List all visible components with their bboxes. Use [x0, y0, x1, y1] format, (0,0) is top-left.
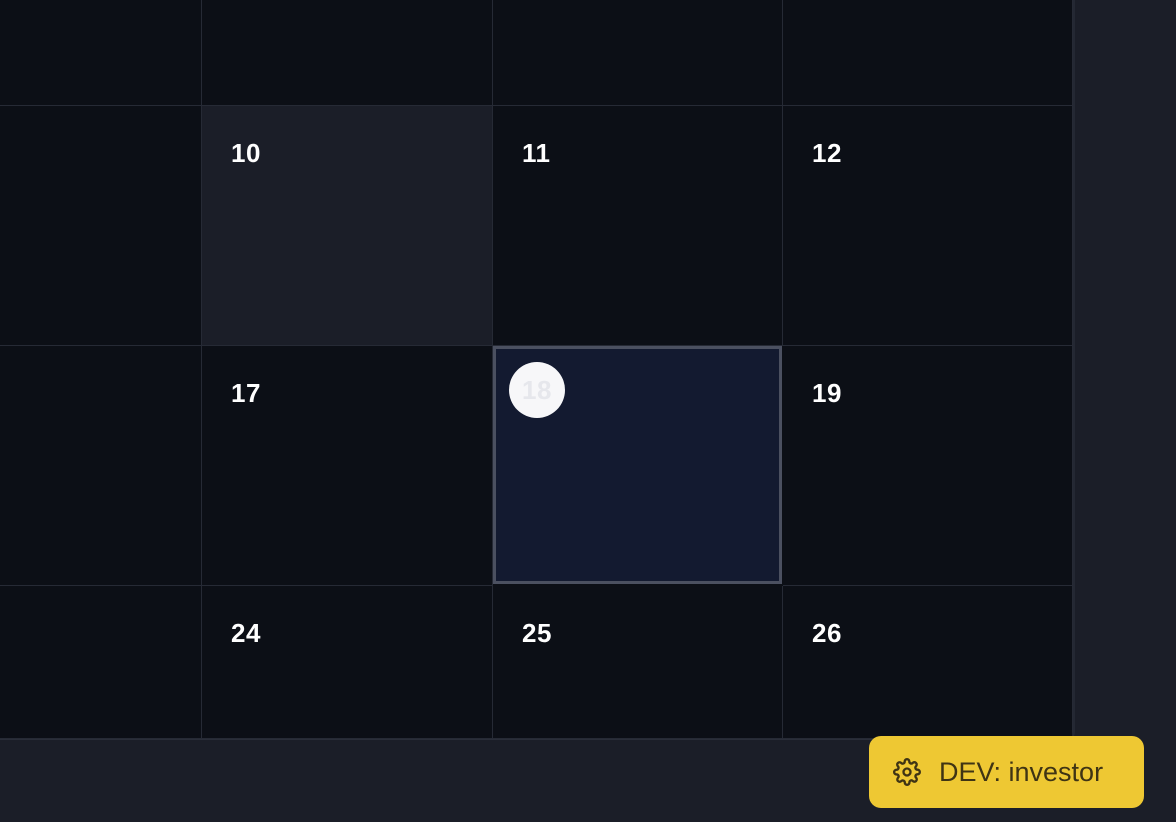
calendar-day-cell[interactable] — [0, 0, 202, 106]
calendar-day-cell[interactable] — [493, 0, 783, 106]
calendar-day-cell[interactable]: 24 — [202, 586, 493, 739]
day-number: 10 — [231, 138, 261, 168]
calendar-day-cell[interactable] — [0, 586, 202, 739]
day-number: 25 — [522, 618, 552, 648]
calendar-grid: 10 11 12 17 18 19 24 25 26 — [0, 0, 1075, 740]
calendar-day-cell[interactable]: 17 — [202, 346, 493, 586]
calendar-day-cell[interactable] — [0, 106, 202, 346]
calendar-day-cell[interactable]: 19 — [783, 346, 1073, 586]
calendar-day-cell[interactable]: 12 — [783, 106, 1073, 346]
day-number: 12 — [812, 138, 842, 168]
dev-mode-label: DEV: investor — [939, 756, 1104, 787]
calendar-day-cell[interactable]: 11 — [493, 106, 783, 346]
page: 10 11 12 17 18 19 24 25 26 DEV: investor — [0, 0, 1176, 822]
gear-icon — [893, 758, 939, 786]
calendar-day-cell[interactable] — [783, 0, 1073, 106]
calendar-day-cell-selected[interactable]: 18 — [493, 346, 782, 584]
day-number: 17 — [231, 378, 261, 408]
day-number: 24 — [231, 618, 261, 648]
day-number: 11 — [522, 138, 551, 168]
calendar-day-cell[interactable]: 10 — [202, 106, 493, 346]
calendar-day-cell[interactable]: 25 — [493, 586, 783, 739]
day-number: 19 — [812, 378, 842, 408]
day-number: 26 — [812, 618, 842, 648]
calendar-day-cell[interactable] — [202, 0, 493, 106]
today-day-number: 18 — [509, 362, 565, 418]
dev-mode-button[interactable]: DEV: investor — [869, 736, 1144, 808]
calendar-day-cell[interactable] — [0, 346, 202, 586]
calendar-day-cell[interactable]: 26 — [783, 586, 1073, 739]
